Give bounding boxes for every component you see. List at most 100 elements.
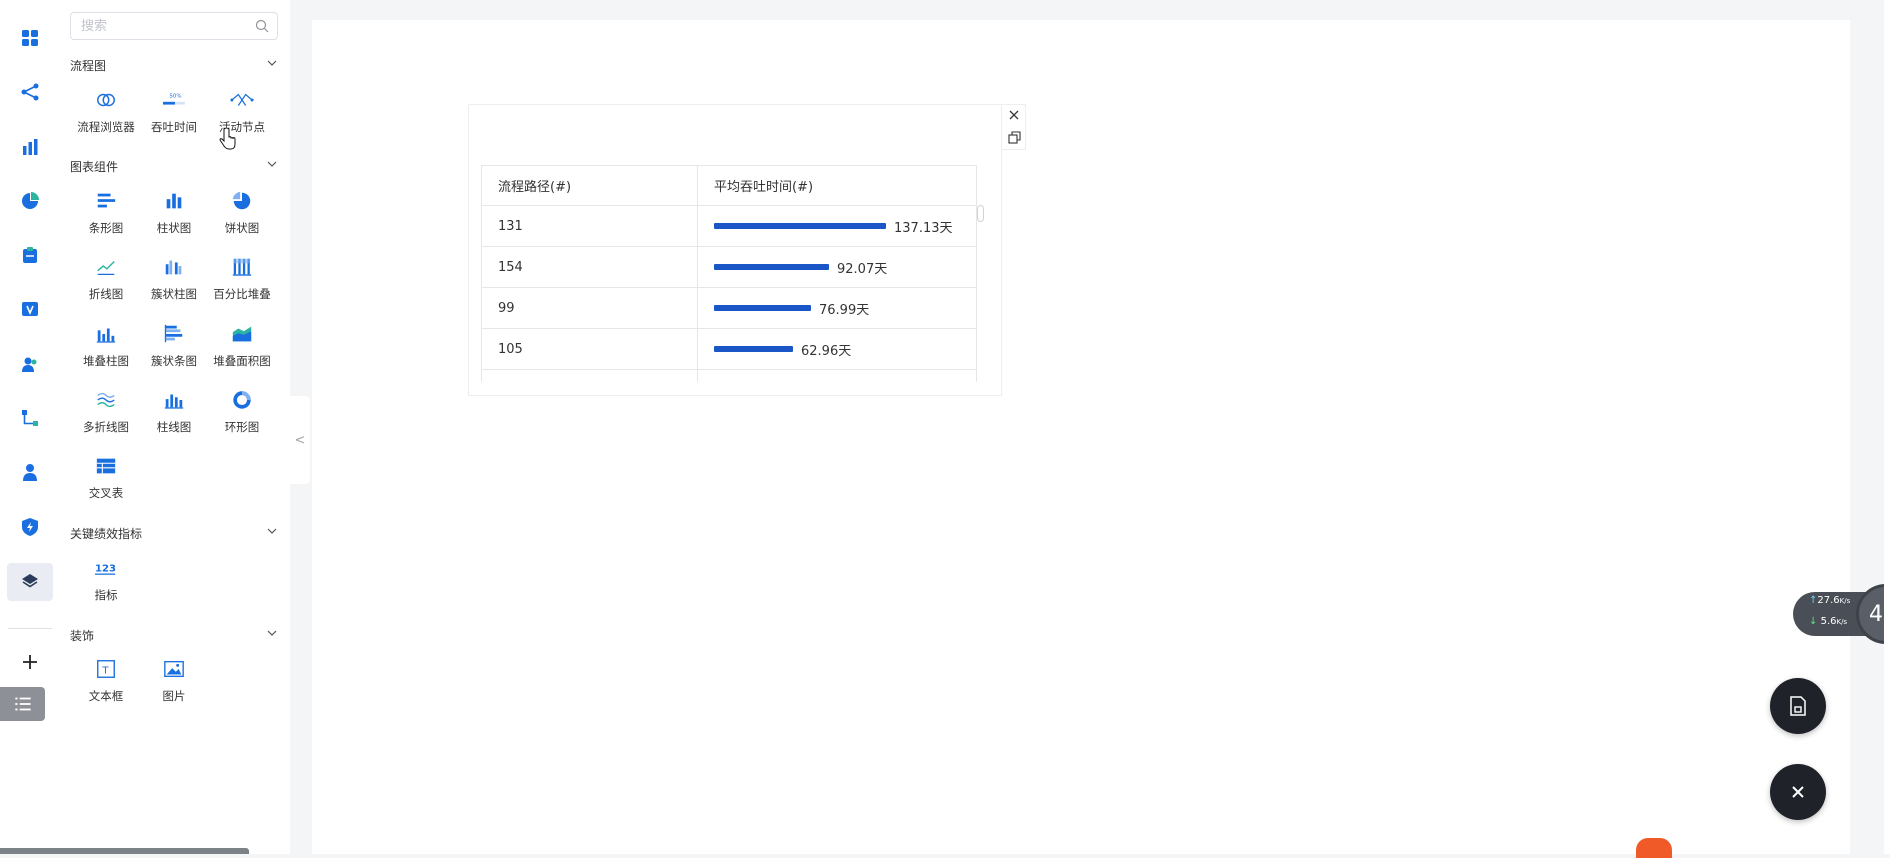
- comp-label: 百分比堆叠: [213, 287, 271, 301]
- col-header-avg-time[interactable]: 平均吞吐时间(#): [697, 165, 976, 206]
- pointer-cursor-icon: [219, 128, 236, 150]
- comp-label: 折线图: [88, 287, 124, 301]
- bar-line-icon: [161, 387, 187, 413]
- shield-bolt-icon[interactable]: [18, 515, 42, 539]
- comp-stacked-column[interactable]: 堆叠柱图: [73, 318, 139, 376]
- download-speed: ↓ 5.6K/s: [1809, 616, 1848, 627]
- clustered-bar-icon: [161, 321, 187, 347]
- pie-chart-icon: [229, 188, 255, 214]
- right-edge-strip: [1884, 0, 1890, 854]
- chevron-down-icon[interactable]: [266, 525, 278, 537]
- chevron-down-icon[interactable]: [266, 627, 278, 639]
- svg-text:123: 123: [95, 564, 116, 575]
- comp-label: 多折线图: [83, 420, 129, 434]
- line-chart-icon: [93, 254, 119, 280]
- comp-label: 簇状条图: [151, 354, 197, 368]
- chevron-down-icon[interactable]: [266, 158, 278, 170]
- rail-divider: [8, 628, 52, 629]
- comp-process-browser[interactable]: 流程浏览器: [73, 84, 139, 142]
- avg-time-label: 137.13天: [894, 220, 953, 236]
- visio-icon[interactable]: [18, 297, 42, 321]
- col-header-path[interactable]: 流程路径(#): [482, 165, 698, 206]
- percent-stacked-icon: [229, 254, 255, 280]
- comp-label: 饼状图: [224, 221, 260, 235]
- tray-app-icon[interactable]: [1636, 838, 1672, 858]
- search-box: [70, 12, 278, 40]
- cell-avg-time: 76.99天: [697, 287, 976, 329]
- layers-icon[interactable]: [18, 569, 42, 593]
- close-icon: [1792, 786, 1804, 798]
- table-header-row: 流程路径(#) 平均吞吐时间(#): [482, 165, 976, 206]
- comp-stacked-area[interactable]: 堆叠面积图: [209, 318, 275, 376]
- close-button[interactable]: [1770, 764, 1826, 820]
- share-flow-icon[interactable]: [18, 80, 42, 104]
- table-row[interactable]: 131 137.13天: [482, 205, 976, 247]
- save-button[interactable]: [1770, 678, 1826, 734]
- comp-throughput-time[interactable]: 50% 吞吐时间: [141, 84, 207, 142]
- column-chart-icon: [161, 188, 187, 214]
- user-icon[interactable]: [18, 460, 42, 484]
- comp-bar-chart[interactable]: 条形图: [73, 185, 139, 243]
- comp-cross-table[interactable]: 交叉表: [73, 450, 139, 508]
- comp-clustered-bar[interactable]: 簇状条图: [141, 318, 207, 376]
- comp-kpi-indicator[interactable]: 123 指标: [73, 552, 139, 610]
- cross-table-icon: [93, 453, 119, 479]
- comp-pie-chart[interactable]: 饼状图: [209, 185, 275, 243]
- throughput-bar: [714, 305, 811, 311]
- cell-path: 154: [482, 246, 698, 288]
- comp-bar-line[interactable]: 柱线图: [141, 384, 207, 442]
- copy-icon[interactable]: [1008, 131, 1021, 144]
- comp-line-chart[interactable]: 折线图: [73, 251, 139, 309]
- comp-donut-chart[interactable]: 环形图: [209, 384, 275, 442]
- comp-percent-stacked[interactable]: 百分比堆叠: [209, 251, 275, 309]
- comp-label: 柱状图: [156, 221, 192, 235]
- bar-chart-icon: [93, 188, 119, 214]
- pie-analytics-icon[interactable]: [18, 189, 42, 213]
- chevron-left-icon: <: [294, 432, 306, 448]
- clustered-column-icon: [161, 254, 187, 280]
- cell-avg-time: 92.07天: [697, 246, 976, 288]
- bottom-taskbar-fragment: [0, 848, 249, 854]
- comp-label: 堆叠柱图: [83, 354, 129, 368]
- kpi-number-icon: 123: [93, 555, 119, 581]
- section-title-decor: 装饰: [70, 629, 95, 643]
- comp-label: 条形图: [88, 221, 124, 235]
- table-container: 流程路径(#) 平均吞吐时间(#) 131 137.13天 154 92.07天 99 7…: [481, 165, 977, 382]
- throughput-table: 流程路径(#) 平均吞吐时间(#) 131 137.13天 154 92.07天 99 7…: [482, 165, 976, 382]
- close-icon[interactable]: [1008, 109, 1020, 121]
- section-title-charts: 图表组件: [70, 160, 119, 174]
- dashboard-icon[interactable]: [18, 26, 42, 50]
- avg-time-label: 92.07天: [837, 261, 888, 277]
- comp-clustered-column[interactable]: 簇状柱图: [141, 251, 207, 309]
- panel-collapse-toggle[interactable]: <: [290, 396, 310, 484]
- comp-text-box[interactable]: T 文本框: [73, 653, 139, 711]
- throughput-bar: [714, 346, 793, 352]
- cell-avg-time: 62.96天: [697, 328, 976, 370]
- search-input[interactable]: [79, 17, 255, 35]
- list-menu-button[interactable]: [0, 687, 45, 721]
- chevron-down-icon[interactable]: [266, 57, 278, 69]
- process-tree-icon[interactable]: [18, 406, 42, 430]
- save-file-icon: [1790, 696, 1806, 716]
- search-icon[interactable]: [255, 19, 269, 33]
- svg-text:T: T: [101, 666, 109, 677]
- comp-multi-line[interactable]: 多折线图: [73, 384, 139, 442]
- table-row[interactable]: 105 62.96天: [482, 328, 976, 370]
- widget-toolbar: [1002, 104, 1026, 150]
- clipboard-icon[interactable]: [18, 243, 42, 267]
- add-icon[interactable]: [18, 650, 42, 674]
- cell-path: 105: [482, 328, 698, 370]
- table-scrollbar[interactable]: [977, 205, 984, 222]
- table-row[interactable]: 99 76.99天: [482, 287, 976, 329]
- bar-analytics-icon[interactable]: [18, 135, 42, 159]
- comp-column-chart[interactable]: 柱状图: [141, 185, 207, 243]
- table-row-partial: [482, 369, 976, 382]
- comp-image[interactable]: 图片: [141, 653, 207, 711]
- donut-chart-icon: [229, 387, 255, 413]
- section-title-kpi: 关键绩效指标: [70, 527, 143, 541]
- table-row[interactable]: 154 92.07天: [482, 246, 976, 288]
- comp-label: 柱线图: [156, 420, 192, 434]
- upload-speed: ↑27.6K/s: [1809, 595, 1851, 606]
- users-icon[interactable]: [18, 352, 42, 376]
- component-panel: 流程图 流程浏览器 50% 吞吐时间 活动节点 图表组件 条形图 柱状图 饼状图…: [60, 0, 290, 854]
